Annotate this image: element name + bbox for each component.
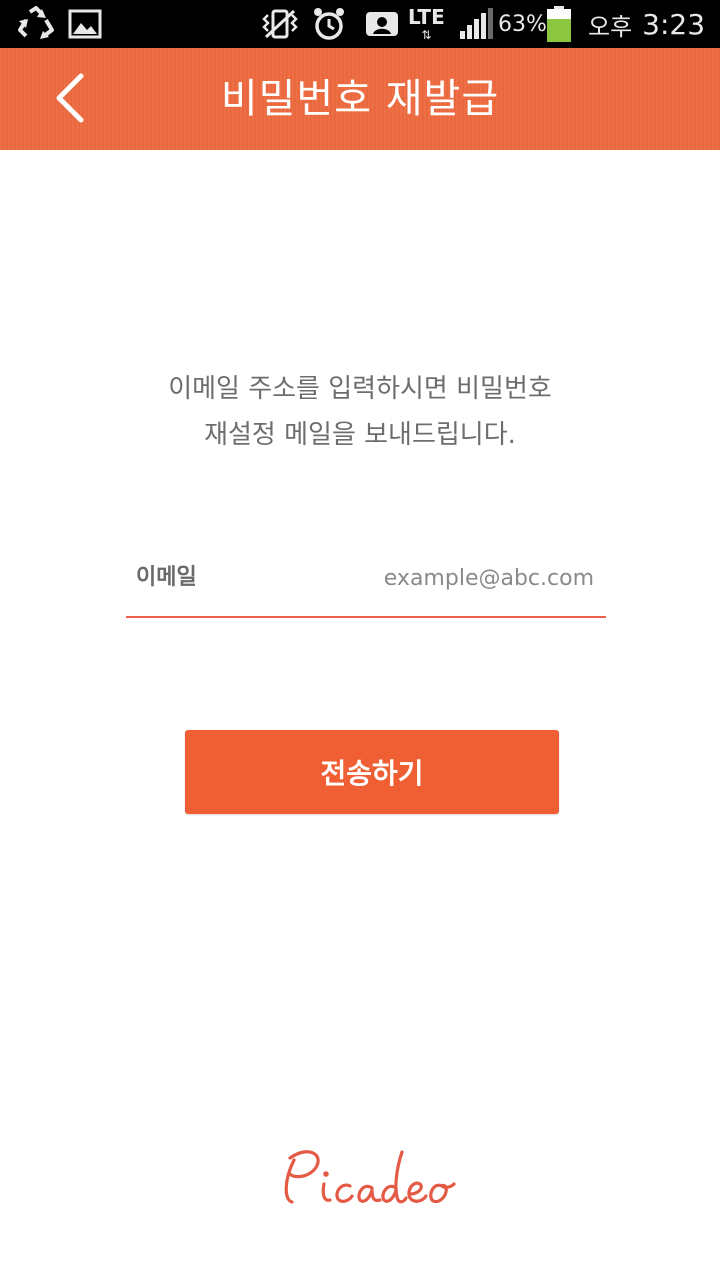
page-title: 비밀번호 재발급 (220, 76, 500, 122)
vibrate-icon (260, 0, 300, 48)
ampm-label: 오후 (588, 12, 633, 41)
signal-icon (458, 0, 494, 48)
battery-icon (546, 0, 572, 48)
contact-icon (364, 0, 400, 48)
chevron-left-icon (56, 73, 84, 123)
email-field: 이메일 (126, 552, 606, 618)
recycle-icon (16, 0, 56, 48)
picadeo-logo (280, 1140, 470, 1220)
instruction-text: 이메일 주소를 입력하시면 비밀번호 재설정 메일을 보내드립니다. (0, 366, 720, 458)
status-bar: LTE ⇅ 63% 오후 3:23 (0, 0, 720, 48)
lte-indicator: LTE ⇅ (408, 0, 445, 48)
instruction-line-2: 재설정 메일을 보내드립니다. (204, 420, 516, 450)
email-label: 이메일 (136, 565, 197, 590)
gallery-icon (68, 0, 102, 48)
submit-button[interactable]: 전송하기 (185, 730, 559, 814)
email-input[interactable] (276, 558, 594, 598)
alarm-icon (312, 0, 346, 48)
clock: 3:23 (642, 7, 706, 41)
back-button[interactable] (40, 68, 100, 128)
data-arrows-icon: ⇅ (421, 28, 432, 42)
app-header: 비밀번호 재발급 (0, 48, 720, 150)
network-label: LTE (408, 5, 445, 29)
battery-percent: 63% (498, 11, 547, 37)
instruction-line-1: 이메일 주소를 입력하시면 비밀번호 (168, 374, 552, 404)
